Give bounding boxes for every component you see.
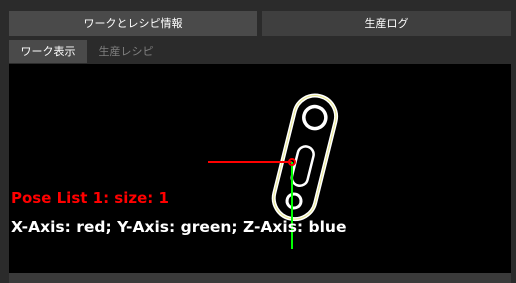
top-tab-bar: ワークとレシピ情報 生産ログ: [0, 0, 516, 38]
workpiece-upper-hole: [302, 104, 328, 131]
pose-list-label: Pose List 1: size: 1: [11, 189, 169, 207]
workpiece-center-slot: [290, 145, 315, 187]
workpiece-lower-hole: [285, 192, 303, 210]
workpiece-contour: [271, 93, 339, 222]
axis-legend-label: X-Axis: red; Y-Axis: green; Z-Axis: blue: [11, 218, 347, 236]
tab-work-recipe-info[interactable]: ワークとレシピ情報: [9, 11, 257, 36]
viewport-scrollbar[interactable]: [9, 273, 511, 283]
work-image-canvas: [208, 93, 339, 249]
work-image-viewport[interactable]: Pose List 1: size: 1 X-Axis: red; Y-Axis…: [9, 64, 511, 273]
tab-work-display[interactable]: ワーク表示: [9, 40, 87, 63]
tab-production-recipe[interactable]: 生産レシピ: [87, 40, 165, 63]
tab-production-log[interactable]: 生産ログ: [262, 11, 511, 36]
sub-tab-bar: ワーク表示 生産レシピ: [9, 40, 511, 63]
